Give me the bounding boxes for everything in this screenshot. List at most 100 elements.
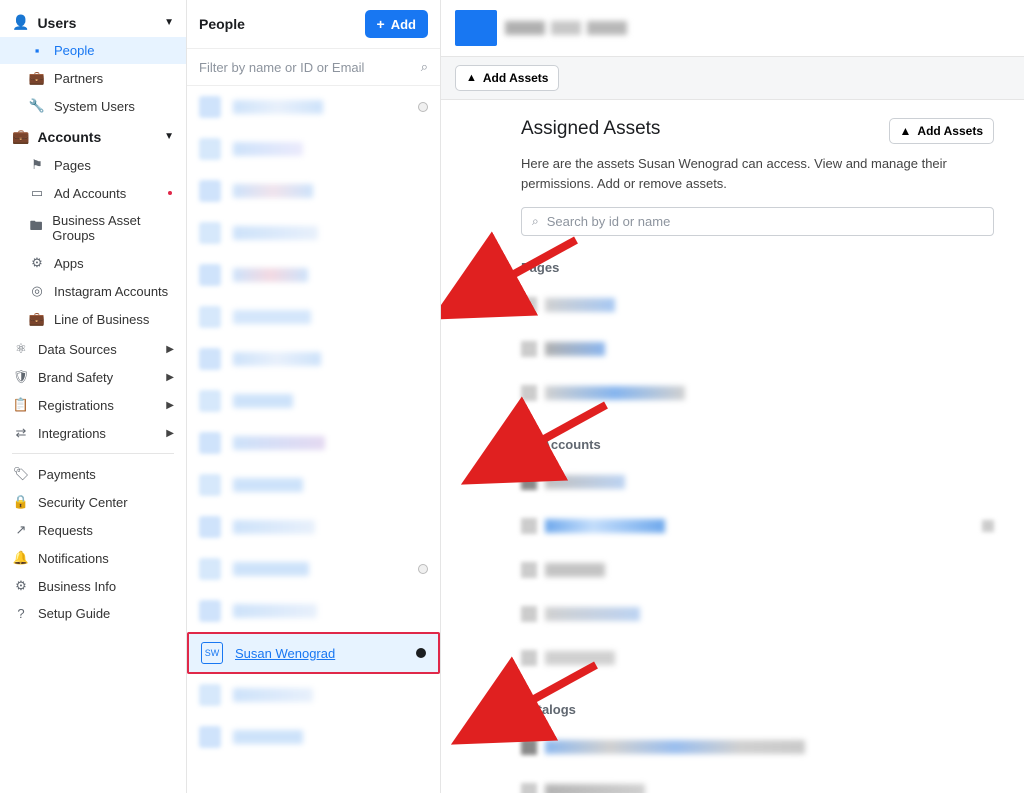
asset-row[interactable] — [521, 508, 994, 544]
users-icon: 👤 — [12, 14, 29, 31]
tag-icon: 🏷 — [12, 466, 30, 482]
people-search[interactable]: ⌕ — [187, 48, 440, 86]
nav-payments[interactable]: 🏷 Payments — [0, 460, 186, 488]
nav-item-label: System Users — [54, 99, 135, 114]
people-list[interactable]: SW Susan Wenograd — [187, 86, 440, 793]
detail-body: Assigned Assets ▲ Add Assets Here are th… — [441, 100, 1024, 793]
asset-section-catalogs: Catalogs — [521, 702, 994, 793]
nav-item-apps[interactable]: ⚙ Apps — [0, 249, 186, 277]
share-icon: ⇄ — [12, 425, 30, 441]
nav-setup-guide[interactable]: ? Setup Guide — [0, 600, 186, 627]
assigned-assets-description: Here are the assets Susan Wenograd can a… — [521, 154, 994, 193]
people-row[interactable] — [187, 716, 440, 758]
plus-icon: + — [377, 16, 385, 32]
nav-item-label: Ad Accounts — [54, 186, 126, 201]
clipboard-icon: 📋 — [12, 397, 30, 413]
asset-row[interactable] — [521, 375, 994, 411]
nav-item-people[interactable]: ▪ People — [0, 37, 186, 64]
nav-item-label: Integrations — [38, 426, 106, 441]
nav-security-center[interactable]: 🔒 Security Center — [0, 488, 186, 516]
people-row[interactable] — [187, 590, 440, 632]
people-row[interactable] — [187, 296, 440, 338]
flag-icon: ⚑ — [28, 157, 46, 173]
people-row[interactable] — [187, 170, 440, 212]
nav-item-line-of-business[interactable]: 💼 Line of Business — [0, 305, 186, 333]
people-row[interactable] — [187, 674, 440, 716]
nav-item-label: Data Sources — [38, 342, 117, 357]
nav-notifications[interactable]: 🔔 Notifications — [0, 544, 186, 572]
avatar-initials: SW — [201, 642, 223, 664]
section-title-pages: Pages — [521, 260, 994, 275]
people-row[interactable] — [187, 338, 440, 380]
chevron-right-icon: ▶ — [166, 400, 174, 411]
gear-icon: ⚙ — [12, 578, 30, 594]
add-assets-button-right[interactable]: ▲ Add Assets — [889, 118, 994, 144]
asset-row[interactable] — [521, 464, 994, 500]
asset-section-ad-accounts: Ad Accounts — [521, 437, 994, 676]
bell-icon: 🔔 — [12, 550, 30, 566]
add-assets-button[interactable]: ▲ Add Assets — [455, 65, 559, 91]
nav-data-sources[interactable]: ⚛ Data Sources ▶ — [0, 335, 186, 363]
people-row[interactable] — [187, 254, 440, 296]
wrench-icon: 🔧 — [28, 98, 46, 114]
asset-row[interactable] — [521, 287, 994, 323]
left-nav: 👤 Users ▼ ▪ People 💼 Partners 🔧 System U… — [0, 0, 187, 793]
asset-row[interactable] — [521, 773, 994, 793]
nav-registrations[interactable]: 📋 Registrations ▶ — [0, 391, 186, 419]
help-icon: ? — [12, 606, 30, 621]
people-row[interactable] — [187, 380, 440, 422]
nav-item-asset-groups[interactable]: 🖿 Business Asset Groups — [0, 207, 186, 249]
add-person-button[interactable]: + Add — [365, 10, 428, 38]
nodes-icon: ⚛ — [12, 341, 30, 357]
people-row[interactable] — [187, 422, 440, 464]
add-assets-label: Add Assets — [917, 124, 983, 138]
briefcase-icon: 💼 — [28, 70, 46, 86]
people-row[interactable] — [187, 86, 440, 128]
people-row[interactable] — [187, 464, 440, 506]
lock-icon: 🔒 — [12, 494, 30, 510]
nav-item-label: Registrations — [38, 398, 114, 413]
nav-item-label: Line of Business — [54, 312, 149, 327]
section-title-ad-accounts: Ad Accounts — [521, 437, 994, 452]
asset-row[interactable] — [521, 331, 994, 367]
add-label: Add — [391, 17, 416, 32]
people-row-selected[interactable]: SW Susan Wenograd — [187, 632, 440, 674]
nav-item-instagram[interactable]: ◎ Instagram Accounts — [0, 277, 186, 305]
nav-integrations[interactable]: ⇄ Integrations ▶ — [0, 419, 186, 447]
people-row[interactable] — [187, 506, 440, 548]
nav-item-label: Partners — [54, 71, 103, 86]
nav-brand-safety[interactable]: 🛡 Brand Safety ▶ — [0, 363, 186, 391]
nav-item-ad-accounts[interactable]: ▭ Ad Accounts — [0, 179, 186, 207]
search-icon: ⌕ — [532, 214, 539, 229]
asset-row[interactable] — [521, 640, 994, 676]
status-dot — [418, 564, 428, 574]
assigned-assets-title: Assigned Assets — [521, 118, 660, 140]
asset-section-pages: Pages — [521, 260, 994, 411]
briefcase-icon: 💼 — [12, 128, 29, 145]
nav-item-partners[interactable]: 💼 Partners — [0, 64, 186, 92]
nav-accounts-header[interactable]: 💼 Accounts ▼ — [0, 122, 186, 151]
nav-requests[interactable]: ↗ Requests — [0, 516, 186, 544]
chevron-right-icon: ▶ — [166, 344, 174, 355]
asset-row[interactable] — [521, 596, 994, 632]
asset-search-input[interactable] — [547, 214, 983, 229]
nav-item-system-users[interactable]: 🔧 System Users — [0, 92, 186, 120]
asset-row[interactable] — [521, 552, 994, 588]
people-search-input[interactable] — [199, 60, 421, 75]
card-icon: ▭ — [28, 185, 46, 201]
nav-item-label: Security Center — [38, 495, 128, 510]
nav-item-pages[interactable]: ⚑ Pages — [0, 151, 186, 179]
request-icon: ↗ — [12, 522, 30, 538]
asset-row[interactable] — [521, 729, 994, 765]
nav-business-info[interactable]: ⚙ Business Info — [0, 572, 186, 600]
asset-search[interactable]: ⌕ — [521, 207, 994, 236]
people-row[interactable] — [187, 212, 440, 254]
nav-users-header[interactable]: 👤 Users ▼ — [0, 8, 186, 37]
people-row[interactable] — [187, 128, 440, 170]
nav-item-label: Instagram Accounts — [54, 284, 168, 299]
assets-icon: ▲ — [900, 124, 912, 138]
nav-item-label: Brand Safety — [38, 370, 113, 385]
detail-pane: ▲ Add Assets Assigned Assets ▲ Add Asset… — [441, 0, 1024, 793]
people-row[interactable] — [187, 548, 440, 590]
nav-item-label: Pages — [54, 158, 91, 173]
